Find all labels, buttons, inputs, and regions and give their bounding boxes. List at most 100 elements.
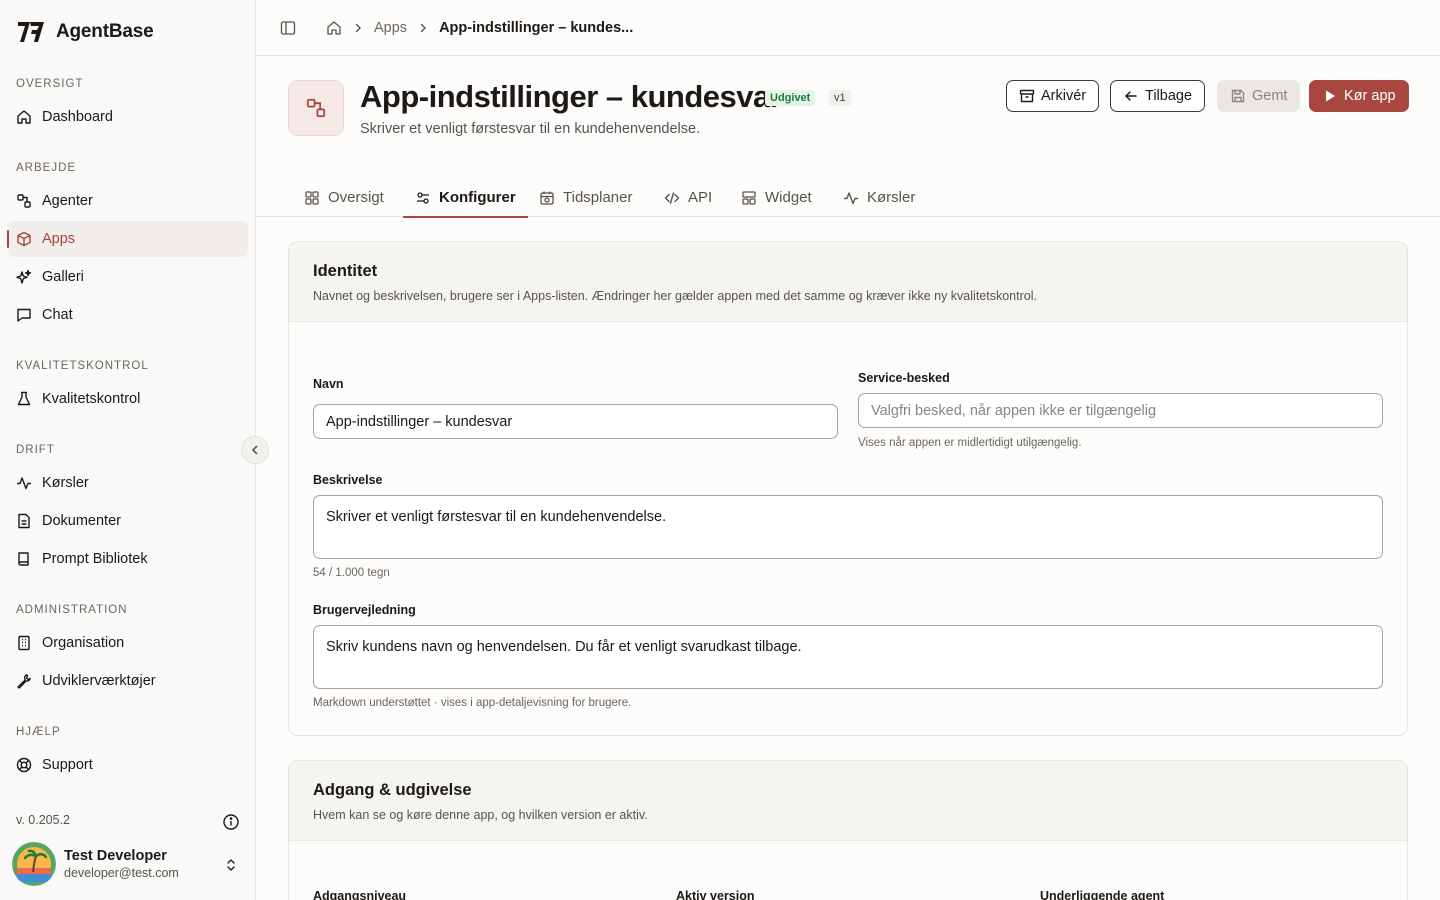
sidebar-item-chat[interactable]: Chat (8, 297, 248, 333)
sidebar-item-label: Prompt Bibliotek (42, 551, 148, 567)
user-menu[interactable]: Test Developer developer@test.com (12, 842, 248, 886)
arrow-left-icon (1125, 91, 1137, 101)
grid-icon (305, 190, 319, 205)
sidebar-item-organisation[interactable]: Organisation (8, 625, 248, 661)
home-icon[interactable] (326, 20, 342, 36)
back-button-label: Tilbage (1145, 88, 1193, 104)
sidebar-item-koersler[interactable]: Kørsler (8, 465, 248, 501)
nav-heading: HJÆLP (16, 726, 61, 738)
user-guide-label: Brugervejledning (313, 603, 416, 617)
document-icon (18, 513, 30, 529)
tab-oversigt[interactable]: Oversigt (292, 178, 396, 217)
nav-heading: ADMINISTRATION (16, 604, 128, 616)
sidebar-item-apps[interactable]: Apps (7, 221, 248, 257)
save-button[interactable]: Gemt (1217, 80, 1301, 112)
sliders-icon (417, 191, 429, 204)
chevron-left-icon (252, 445, 258, 455)
user-email: developer@test.com (64, 866, 179, 880)
topbar: Apps App-indstillinger – kundes... (256, 0, 1440, 56)
sidebar-item-dokumenter[interactable]: Dokumenter (8, 503, 248, 539)
tab-konfigurer[interactable]: Konfigurer (403, 178, 528, 218)
nav-section-drift: DRIFT Kørsler Dokumenter Prompt Bibliote… (0, 440, 256, 577)
activity-icon (844, 191, 858, 204)
sidebar-item-udviklervaerktoejer[interactable]: Udviklerværktøjer (8, 663, 248, 699)
tab-koersler[interactable]: Kørsler (831, 178, 927, 217)
run-app-button[interactable]: Kør app (1309, 80, 1409, 112)
version-badge: v1 (829, 90, 851, 106)
calendar-icon (540, 191, 554, 205)
cube-icon (17, 231, 31, 247)
save-button-label: Gemt (1252, 88, 1288, 104)
service-message-input[interactable]: Valgfri besked, når appen ikke er tilgæn… (858, 393, 1383, 428)
tab-tidsplaner[interactable]: Tidsplaner (527, 178, 644, 217)
tab-label: Oversigt (328, 189, 384, 206)
breadcrumb-current: App-indstillinger – kundes... (439, 19, 634, 36)
building-icon (18, 635, 30, 651)
archive-icon (1019, 89, 1035, 103)
card-description: Navnet og beskrivelsen, brugere ser i Ap… (313, 289, 1037, 303)
avatar (12, 842, 56, 886)
app-icon (288, 80, 344, 136)
tab-label: Kørsler (867, 189, 916, 206)
user-guide-hint: Markdown understøttet · vises i app-deta… (313, 697, 632, 709)
sparkles-icon (16, 269, 32, 284)
archive-button[interactable]: Arkivér (1006, 80, 1100, 112)
activity-icon (17, 477, 31, 490)
collapse-sidebar-button[interactable] (241, 436, 269, 464)
play-icon (1326, 90, 1335, 102)
nav-heading: ARBEJDE (16, 162, 77, 174)
nav-section-hjaelp: HJÆLP Support (0, 722, 256, 783)
identity-card: Identitet Navnet og beskrivelsen, bruger… (288, 241, 1408, 736)
sidebar-item-galleri[interactable]: Galleri (8, 259, 248, 295)
name-input[interactable]: App-indstillinger – kundesvar (313, 404, 838, 439)
chevron-up-down-icon (227, 859, 235, 871)
run-app-button-label: Kør app (1344, 88, 1396, 104)
tab-api[interactable]: API (652, 178, 724, 217)
chat-icon (17, 308, 31, 322)
sidebar-item-label: Agenter (42, 193, 93, 209)
sidebar-item-label: Udviklerværktøjer (42, 673, 156, 689)
tab-widget[interactable]: Widget (729, 178, 824, 217)
page-subtitle: Skriver et venligt førstesvar til en kun… (360, 121, 701, 137)
sidebar-item-agenter[interactable]: Agenter (8, 183, 248, 219)
description-textarea[interactable]: Skriver et venligt førstesvar til en kun… (313, 495, 1383, 559)
access-level-label: Adgangsniveau (313, 889, 407, 900)
sidebar-item-support[interactable]: Support (8, 747, 248, 783)
tab-label: Widget (765, 189, 812, 206)
save-icon (1231, 89, 1245, 103)
card-header: Identitet Navnet og beskrivelsen, bruger… (289, 242, 1407, 322)
sidebar-item-label: Support (42, 757, 93, 773)
info-icon[interactable] (222, 813, 240, 831)
sidebar-item-kvalitetskontrol[interactable]: Kvalitetskontrol (8, 381, 248, 417)
brand[interactable]: AgentBase (16, 18, 154, 46)
archive-button-label: Arkivér (1041, 88, 1087, 104)
breadcrumb-apps[interactable]: Apps (374, 20, 407, 36)
nav-section-administration: ADMINISTRATION Organisation Udviklerværk… (0, 600, 256, 699)
user-guide-textarea[interactable]: Skriv kundens navn og henvendelsen. Du f… (313, 625, 1383, 689)
sidebar-item-dashboard[interactable]: Dashboard (8, 99, 248, 135)
sidebar-item-label: Apps (42, 231, 76, 247)
nav-section-kvalitetskontrol: KVALITETSKONTROL Kvalitetskontrol (0, 356, 256, 417)
brand-logo-icon (18, 22, 44, 42)
sidebar-item-label: Kørsler (42, 475, 89, 491)
nav-section-oversigt: OVERSIGT Dashboard (0, 74, 256, 135)
workflow-icon (17, 194, 31, 208)
active-version-label: Aktiv version (676, 889, 755, 900)
back-button[interactable]: Tilbage (1110, 80, 1206, 112)
sidebar-item-label: Kvalitetskontrol (42, 391, 141, 407)
name-label: Navn (313, 377, 344, 391)
layout-icon (742, 190, 756, 205)
status-badge: Udgivet (765, 90, 816, 106)
sidebar-toggle-icon[interactable] (280, 20, 296, 36)
sidebar-item-label: Dokumenter (42, 513, 121, 529)
app-version: v. 0.205.2 (16, 813, 70, 827)
access-card: Adgang & udgivelse Hvem kan se og køre d… (288, 760, 1408, 900)
tab-label: API (688, 189, 713, 206)
tab-bar: Oversigt Konfigurer Tidsplaner API Widge… (256, 178, 1440, 218)
card-title: Identitet (313, 262, 378, 280)
description-label: Beskrivelse (313, 473, 383, 487)
service-message-hint: Vises når appen er midlertidigt utilgæng… (858, 437, 1082, 449)
workflow-icon (306, 98, 326, 118)
sidebar-item-label: Galleri (42, 269, 84, 285)
sidebar-item-prompt-bibliotek[interactable]: Prompt Bibliotek (8, 541, 248, 577)
